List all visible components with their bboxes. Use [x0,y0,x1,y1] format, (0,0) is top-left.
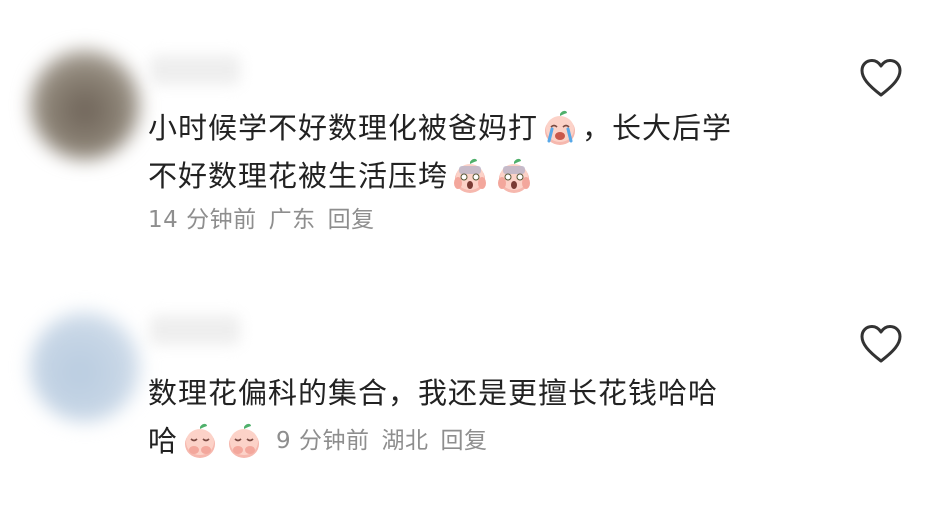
scared-peach-emoji [454,158,487,193]
comment-text: 不好数理花被生活压垮 [148,159,449,193]
comment-body: 数理花偏科的集合，我还是更擅长花钱哈哈 哈 9 分钟前 湖北 回复 [148,369,848,465]
comment-line: 数理花偏科的集合，我还是更擅长花钱哈哈 [148,369,848,417]
comment-meta: 14 分钟前 广东 回复 [148,200,848,240]
scared-peach-emoji [498,158,531,193]
comment-location: 湖北 [381,428,429,454]
comment-time: 9 分钟前 [276,428,370,454]
covering-mouth-peach-emoji [185,423,216,458]
crying-peach-emoji [545,110,576,145]
reply-button[interactable]: 回复 [328,196,375,244]
avatar[interactable] [30,312,140,422]
heart-outline-icon[interactable] [858,57,904,99]
comment-item: 小时候学不好数理化被爸妈打 ，长大后学 不好数理花被生活压垮 14 分钟前 广东… [0,0,944,280]
comment-line: 小时候学不好数理化被爸妈打 ，长大后学 [148,104,848,152]
comment-text: 哈 [148,424,179,458]
comment-text: 数理花偏科的集合，我还是更擅长花钱哈哈 [148,376,719,410]
comment-line: 不好数理花被生活压垮 [148,152,848,200]
username-blurred[interactable] [150,55,240,85]
covering-mouth-peach-emoji [229,423,260,458]
reply-button[interactable]: 回复 [440,417,487,465]
comment-body: 小时候学不好数理化被爸妈打 ，长大后学 不好数理花被生活压垮 14 分钟前 广东… [148,104,848,240]
comment-line: 哈 9 分钟前 湖北 回复 [148,417,848,465]
avatar[interactable] [30,50,140,160]
comment-item: 数理花偏科的集合，我还是更擅长花钱哈哈 哈 9 分钟前 湖北 回复 [0,280,944,525]
heart-outline-icon[interactable] [858,323,904,365]
comment-time: 14 分钟前 [148,207,257,233]
comment-location: 广东 [268,207,316,233]
username-blurred[interactable] [150,315,240,345]
comment-text: 小时候学不好数理化被爸妈打 [148,111,539,145]
comment-text: ，长大后学 [582,111,733,145]
